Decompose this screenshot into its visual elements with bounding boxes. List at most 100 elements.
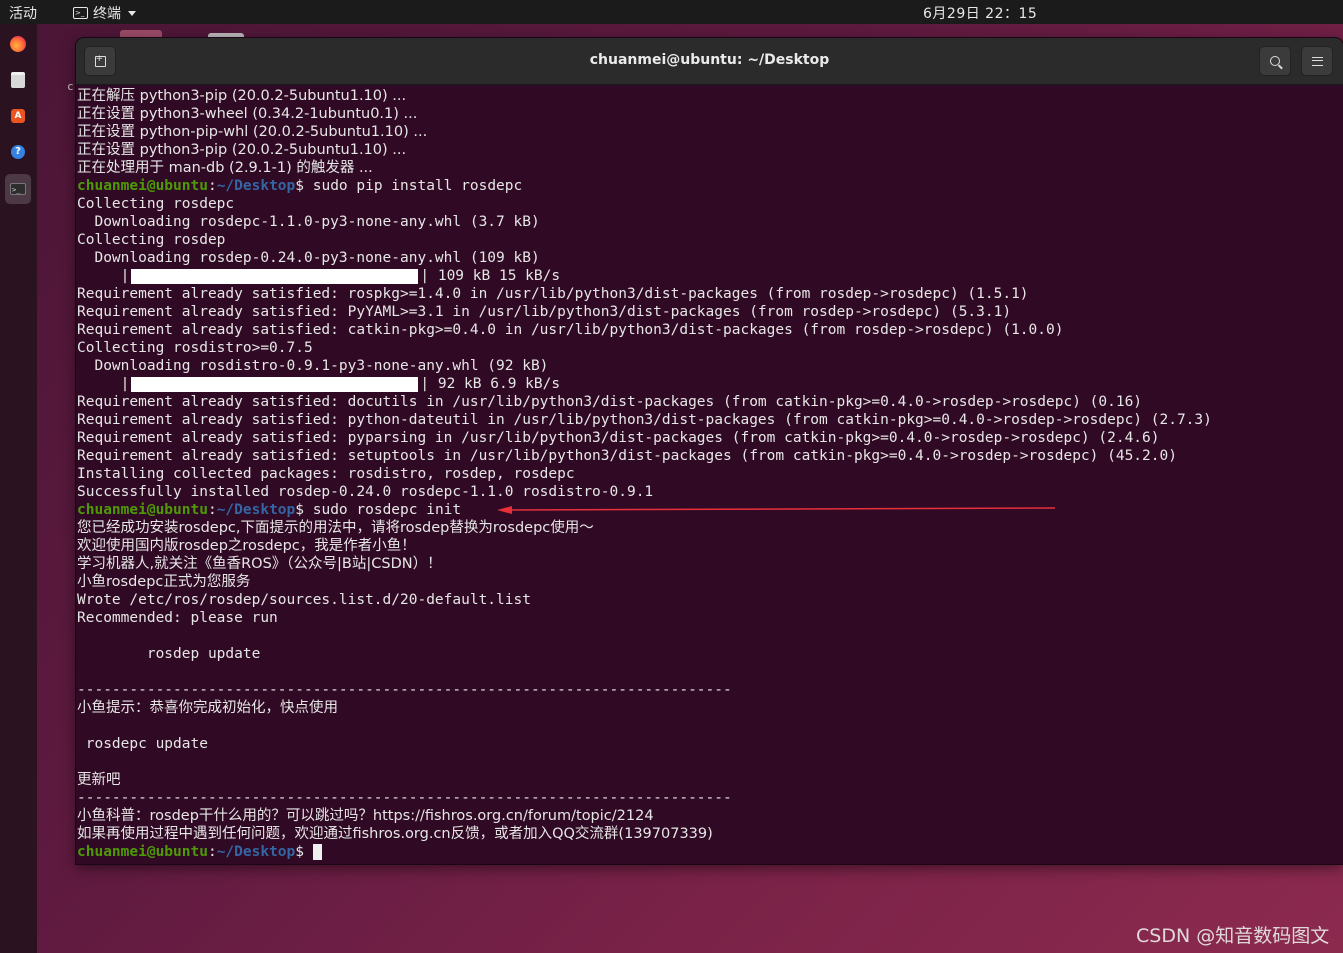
- help-icon: ?: [11, 145, 25, 159]
- terminal-line: | | 92 kB 6.9 kB/s: [77, 375, 1337, 393]
- output-text: 小鱼rosdepc正式为您服务: [77, 574, 251, 590]
- activities-button[interactable]: 活动: [9, 3, 37, 23]
- terminal-output[interactable]: 正在解压 python3-pip (20.0.2-5ubuntu1.10) ..…: [77, 87, 1337, 862]
- terminal-icon: >_: [10, 183, 26, 195]
- prompt-path: ~/Desktop: [216, 844, 296, 860]
- watermark: CSDN @知音数码图文: [1136, 925, 1330, 947]
- prompt-separator: :: [207, 178, 217, 194]
- terminal-line: Collecting rosdepc: [77, 195, 1337, 213]
- clock[interactable]: 6月29日 22：15: [923, 3, 1037, 23]
- output-text: Requirement already satisfied: setuptool…: [77, 448, 1177, 464]
- output-text: 正在设置 python-pip-whl (20.0.2-5ubuntu1.10)…: [77, 124, 428, 140]
- menu-button[interactable]: [1301, 46, 1333, 76]
- prompt-symbol: $: [295, 502, 313, 518]
- terminal-line: Requirement already satisfied: catkin-pk…: [77, 321, 1337, 339]
- terminal-line: 正在设置 python-pip-whl (20.0.2-5ubuntu1.10)…: [77, 123, 1337, 141]
- output-text: Requirement already satisfied: python-da…: [77, 412, 1212, 428]
- terminal-line: 更新吧: [77, 771, 1337, 789]
- terminal-line: Requirement already satisfied: PyYAML>=3…: [77, 303, 1337, 321]
- output-text: 如果再使用过程中遇到任何问题，欢迎通过fishros.org.cn反馈，或者加入…: [77, 826, 713, 842]
- output-text: 正在处理用于 man-db (2.9.1-1) 的触发器 ...: [77, 160, 373, 176]
- terminal-line: 如果再使用过程中遇到任何问题，欢迎通过fishros.org.cn反馈，或者加入…: [77, 825, 1337, 843]
- progress-bar-edge: |: [120, 376, 130, 392]
- terminal-line: Requirement already satisfied: rospkg>=1…: [77, 285, 1337, 303]
- terminal-line: Downloading rosdep-0.24.0-py3-none-any.w…: [77, 249, 1337, 267]
- dock-item-files[interactable]: [5, 67, 31, 93]
- output-text: Requirement already satisfied: docutils …: [77, 394, 1143, 410]
- output-text: Requirement already satisfied: catkin-pk…: [77, 322, 1064, 338]
- terminal-line: 正在设置 python3-pip (20.0.2-5ubuntu1.10) ..…: [77, 141, 1337, 159]
- output-text: 更新吧: [77, 772, 121, 788]
- background-window-text: c: [67, 80, 74, 93]
- progress-bar: [131, 268, 419, 284]
- output-text: 欢迎使用国内版rosdep之rosdepc，我是作者小鱼！: [77, 538, 416, 554]
- output-text: Collecting rosdep: [77, 232, 226, 248]
- window-title: chuanmei@ubuntu: ~/Desktop: [589, 52, 830, 68]
- terminal-line: 您已经成功安装rosdepc,下面提示的用法中，请将rosdep替换为rosde…: [77, 519, 1337, 537]
- software-icon: A: [11, 109, 25, 123]
- terminal-line: Collecting rosdistro>=0.7.5: [77, 339, 1337, 357]
- terminal-line: 欢迎使用国内版rosdep之rosdepc，我是作者小鱼！: [77, 537, 1337, 555]
- app-menu-label: 终端: [93, 6, 121, 22]
- terminal-window[interactable]: chuanmei@ubuntu: ~/Desktop 正在解压 python3-…: [76, 38, 1343, 864]
- terminal-line: | | 109 kB 15 kB/s: [77, 267, 1337, 285]
- terminal-line: chuanmei@ubuntu: ~/Desktop $ sudo pip inst…: [77, 177, 1337, 195]
- output-text: Requirement already satisfied: rospkg>=1…: [77, 286, 1029, 302]
- terminal-line: 正在设置 python3-wheel (0.34.2-1ubuntu0.1) .…: [77, 105, 1337, 123]
- terminal-line: 小鱼科普：rosdep干什么用的？可以跳过吗？https://fishros.o…: [77, 807, 1337, 825]
- terminal-line: ----------------------------------------…: [77, 789, 1337, 807]
- search-button[interactable]: [1259, 46, 1291, 76]
- terminal-line: 小鱼rosdepc正式为您服务: [77, 573, 1337, 591]
- terminal-line: Requirement already satisfied: setuptool…: [77, 447, 1337, 465]
- output-text: Downloading rosdep-0.24.0-py3-none-any.w…: [77, 250, 540, 266]
- output-text: Downloading rosdepc-1.1.0-py3-none-any.w…: [77, 214, 540, 230]
- output-text: Successfully installed rosdep-0.24.0 ros…: [77, 484, 654, 500]
- output-text: Recommended: please run: [77, 610, 278, 626]
- output-text: 学习机器人,就关注《鱼香ROS》（公众号|B站|CSDN）！: [77, 556, 442, 572]
- terminal-line: 正在处理用于 man-db (2.9.1-1) 的触发器 ...: [77, 159, 1337, 177]
- output-text: Downloading rosdistro-0.9.1-py3-none-any…: [77, 358, 549, 374]
- output-text: 小鱼科普：rosdep干什么用的？可以跳过吗？https://fishros.o…: [77, 808, 654, 824]
- dock: A ? >_: [0, 24, 37, 953]
- title-bar[interactable]: chuanmei@ubuntu: ~/Desktop: [76, 38, 1343, 85]
- prompt-path: ~/Desktop: [216, 502, 296, 518]
- command-text: sudo rosdepc init: [312, 502, 462, 518]
- dock-item-firefox[interactable]: [5, 31, 31, 57]
- terminal-line: Successfully installed rosdep-0.24.0 ros…: [77, 483, 1337, 501]
- progress-text: | 109 kB 15 kB/s: [420, 268, 561, 284]
- output-text: 正在解压 python3-pip (20.0.2-5ubuntu1.10) ..…: [77, 88, 407, 104]
- terminal-line: chuanmei@ubuntu: ~/Desktop $: [77, 843, 1337, 861]
- terminal-line: 小鱼提示：恭喜你完成初始化，快点使用: [77, 699, 1337, 717]
- prompt-path: ~/Desktop: [216, 178, 296, 194]
- output-text: 正在设置 python3-pip (20.0.2-5ubuntu1.10) ..…: [77, 142, 407, 158]
- dock-item-terminal[interactable]: >_: [5, 174, 31, 204]
- search-icon: [1270, 56, 1280, 66]
- terminal-line: chuanmei@ubuntu: ~/Desktop $ sudo rosdepc …: [77, 501, 1337, 519]
- prompt-symbol: $: [295, 178, 313, 194]
- dock-item-software[interactable]: A: [5, 103, 31, 129]
- hamburger-icon: [1311, 56, 1323, 66]
- output-text: Collecting rosdepc: [77, 196, 235, 212]
- output-text: 正在设置 python3-wheel (0.34.2-1ubuntu0.1) .…: [77, 106, 418, 122]
- terminal-small-icon: >_: [73, 7, 88, 19]
- text-cursor: [312, 844, 322, 860]
- prompt-user: chuanmei@ubuntu: [77, 178, 208, 194]
- terminal-line: Requirement already satisfied: docutils …: [77, 393, 1337, 411]
- output-text: rosdep update: [77, 646, 261, 662]
- terminal-line: 正在解压 python3-pip (20.0.2-5ubuntu1.10) ..…: [77, 87, 1337, 105]
- terminal-line: rosdepc update: [77, 735, 1337, 753]
- output-text: Collecting rosdistro>=0.7.5: [77, 340, 313, 356]
- prompt-separator: :: [207, 844, 217, 860]
- dock-item-help[interactable]: ?: [5, 139, 31, 165]
- progress-bar-edge: |: [120, 268, 130, 284]
- app-menu[interactable]: >_ 终端: [73, 3, 136, 23]
- terminal-line: Recommended: please run: [77, 609, 1337, 627]
- terminal-line: Downloading rosdepc-1.1.0-py3-none-any.w…: [77, 213, 1337, 231]
- caret-down-icon: [128, 10, 136, 16]
- terminal-line: Installing collected packages: rosdistro…: [77, 465, 1337, 483]
